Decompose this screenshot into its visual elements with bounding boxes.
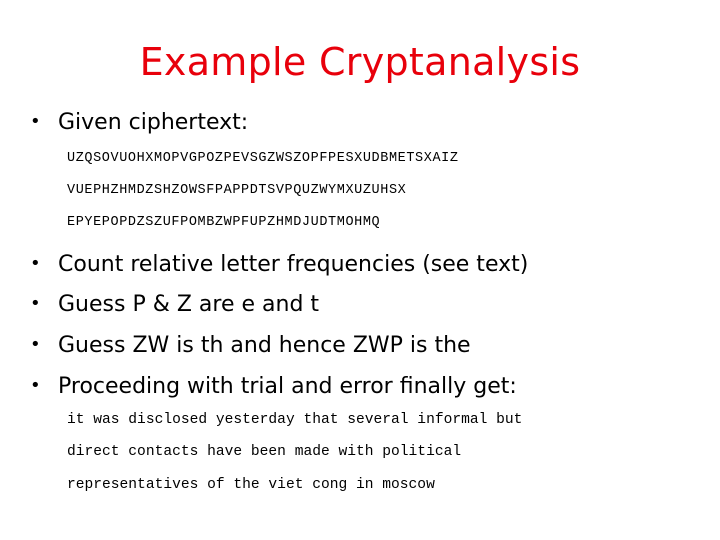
plaintext-line-3: representatives of the viet cong in mosc… <box>67 477 435 493</box>
bullet-text: Guess ZW is th and hence ZWP is the <box>58 333 471 358</box>
ciphertext-line-1: UZQSOVUOHXMOPVGPOZPEVSGZWSZOPFPESXUDBMET… <box>67 151 459 166</box>
bullet-count-frequencies: • Count relative letter frequencies (see … <box>30 250 528 279</box>
slide-title: Example Cryptanalysis <box>139 40 581 84</box>
bullet-marker: • <box>30 111 41 132</box>
bullet-text: Given ciphertext: <box>58 110 249 135</box>
ciphertext-line-3: EPYEPOPDZSZUFPOMBZWPFUPZHMDJUDTMOHMQ <box>67 215 381 230</box>
ciphertext-line-2: VUEPHZHMDZSHZOWSFPAPPDTSVPQUZWYMXUZUHSX <box>67 183 407 198</box>
bullet-text: Guess P & Z are e and t <box>58 292 320 317</box>
bullet-text: Count relative letter frequencies (see t… <box>58 252 529 277</box>
bullet-marker: • <box>30 293 41 314</box>
plaintext-line-1: it was disclosed yesterday that several … <box>67 412 523 428</box>
bullet-marker: • <box>30 334 41 355</box>
bullet-text: Proceeding with trial and error finally … <box>58 374 517 399</box>
bullet-marker: • <box>30 253 41 274</box>
bullet-trial-and-error: • Proceeding with trial and error finally… <box>30 372 517 401</box>
bullet-guess-p-z: • Guess P & Z are e and t <box>30 290 319 319</box>
bullet-guess-zw: • Guess ZW is th and hence ZWP is the <box>30 331 471 360</box>
bullet-marker: • <box>30 375 41 396</box>
plaintext-line-2: direct contacts have been made with poli… <box>67 444 462 460</box>
bullet-given-ciphertext: • Given ciphertext: <box>30 108 248 137</box>
